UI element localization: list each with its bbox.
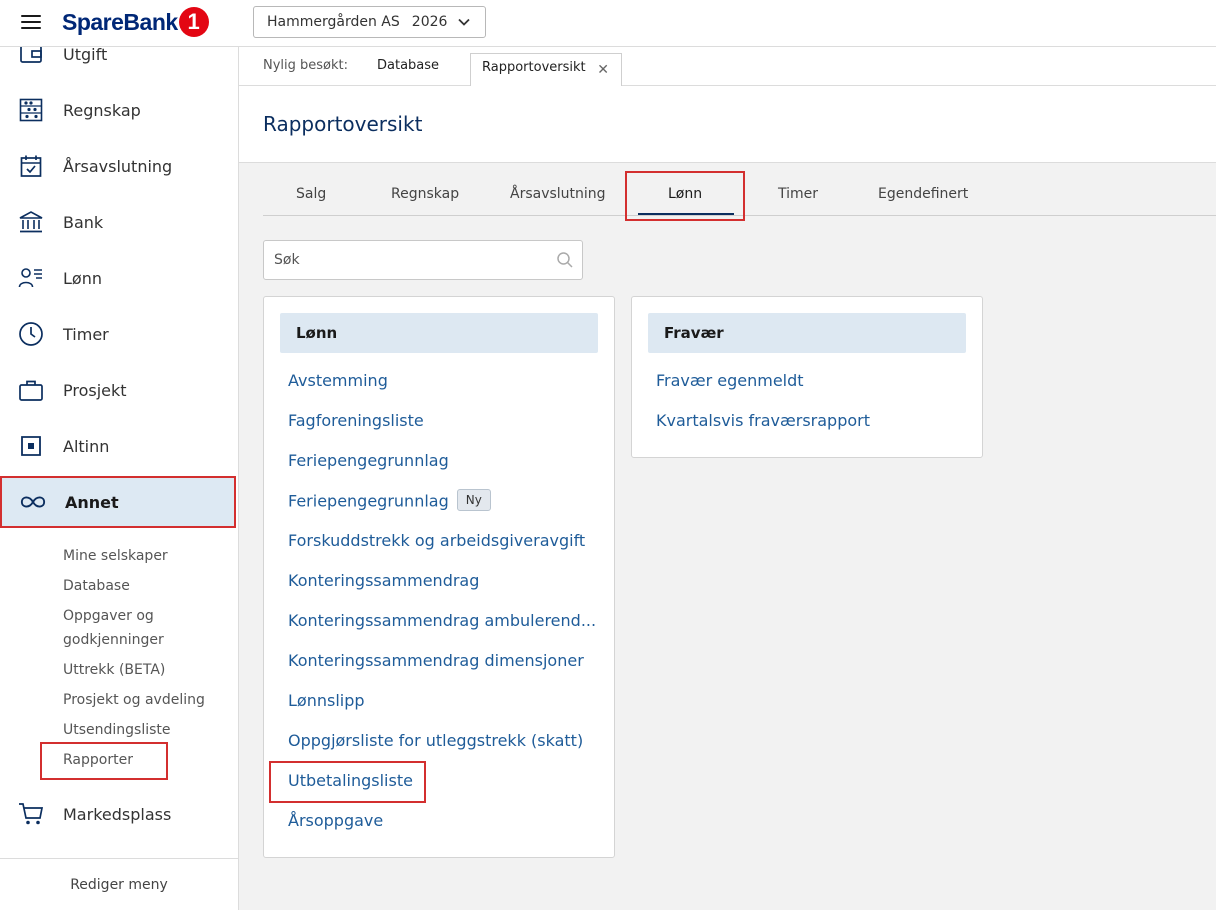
chevron-down-icon — [458, 18, 470, 26]
card-title: Fravær — [648, 313, 966, 353]
tab-salg[interactable]: Salg — [296, 186, 326, 202]
sidebar-item-regnskap[interactable]: Regnskap — [0, 84, 238, 136]
briefcase-icon — [18, 377, 44, 403]
cart-icon — [18, 801, 44, 827]
search-box — [263, 240, 583, 280]
wallet-icon — [18, 47, 44, 67]
report-link[interactable]: Årsoppgave — [288, 811, 383, 830]
subitem-rapporter[interactable]: Rapporter — [63, 748, 133, 772]
sidebar-item-utgift[interactable]: Utgift — [0, 47, 238, 80]
sidebar-item-timer[interactable]: Timer — [0, 308, 238, 360]
tab-egendefinert[interactable]: Egendefinert — [878, 186, 968, 202]
subitem-oppgaver-line1[interactable]: Oppgaver og — [63, 604, 154, 628]
subitem-mine-selskaper[interactable]: Mine selskaper — [63, 544, 168, 568]
top-bar: SpareBank 1 Hammergården AS 2026 — [0, 0, 1216, 47]
recent-bar: Nylig besøkt: Database Rapportoversikt ✕ — [239, 47, 1216, 86]
tab-timer[interactable]: Timer — [778, 186, 818, 202]
main-content: Nylig besøkt: Database Rapportoversikt ✕… — [239, 47, 1216, 910]
report-link[interactable]: Feriepengegrunnlag — [288, 451, 449, 470]
report-link-with-badge[interactable]: Feriepengegrunnlag Ny — [288, 489, 491, 513]
sidebar-item-label: Prosjekt — [63, 380, 127, 400]
clock-icon — [18, 321, 44, 347]
sidebar-item-label: Utgift — [63, 47, 108, 64]
recent-tab-label: Rapportoversikt — [482, 60, 586, 75]
report-link[interactable]: Fravær egenmeldt — [656, 371, 804, 390]
sidebar-item-label: Altinn — [63, 436, 110, 456]
company-name: Hammergården AS — [267, 14, 400, 30]
logo-badge: 1 — [178, 7, 209, 37]
report-link[interactable]: Oppgjørsliste for utleggstrekk (skatt) — [288, 731, 583, 750]
sidebar-item-label: Markedsplass — [63, 804, 172, 824]
company-year: 2026 — [411, 14, 448, 30]
sidebar: Utgift Regnskap Årsavslutning Bank Lønn … — [0, 47, 239, 910]
edit-menu-button[interactable]: Rediger meny — [0, 858, 238, 910]
page-title: Rapportoversikt — [263, 112, 423, 136]
tab-lonn[interactable]: Lønn — [668, 186, 702, 202]
sidebar-item-label: Regnskap — [63, 100, 141, 120]
search-icon[interactable] — [556, 251, 574, 269]
subitem-prosjekt-og-avdeling[interactable]: Prosjekt og avdeling — [63, 688, 205, 712]
subitem-uttrekk[interactable]: Uttrekk (BETA) — [63, 658, 165, 682]
report-link[interactable]: Avstemming — [288, 371, 388, 390]
report-card-lonn: Lønn Avstemming Fagforeningsliste Feriep… — [263, 296, 615, 858]
recent-tab-rapportoversikt[interactable]: Rapportoversikt ✕ — [470, 53, 622, 86]
report-link[interactable]: Konteringssammendrag dimensjoner — [288, 651, 584, 670]
recent-link-database[interactable]: Database — [377, 58, 439, 73]
subitem-oppgaver-line2[interactable]: godkjenninger — [63, 628, 164, 652]
card-title: Lønn — [280, 313, 598, 353]
report-link-label: Feriepengegrunnlag — [288, 491, 449, 511]
person-list-icon — [18, 265, 44, 291]
report-link[interactable]: Konteringssammendrag ambulerend... — [288, 611, 596, 630]
search-input[interactable] — [264, 241, 554, 279]
subitem-utsendingsliste[interactable]: Utsendingsliste — [63, 718, 171, 742]
company-selector[interactable]: Hammergården AS 2026 — [253, 6, 486, 38]
recent-label: Nylig besøkt: — [263, 58, 349, 73]
sidebar-item-label: Annet — [65, 492, 119, 512]
report-link-utbetalingsliste[interactable]: Utbetalingsliste — [288, 771, 413, 790]
active-tab-underline — [638, 213, 734, 215]
sidebar-item-annet[interactable]: Annet — [0, 476, 236, 528]
sidebar-item-lonn[interactable]: Lønn — [0, 252, 238, 304]
sidebar-item-label: Bank — [63, 212, 104, 232]
tab-regnskap[interactable]: Regnskap — [391, 186, 459, 202]
sidebar-item-label: Timer — [63, 324, 109, 344]
report-link[interactable]: Forskuddstrekk og arbeidsgiveravgift — [288, 531, 585, 550]
infinity-icon — [20, 489, 46, 515]
sidebar-item-markedsplass[interactable]: Markedsplass — [0, 788, 238, 840]
sidebar-item-label: Årsavslutning — [63, 156, 173, 176]
sidebar-item-arsavslutning[interactable]: Årsavslutning — [0, 140, 238, 192]
bank-icon — [18, 209, 44, 235]
calendar-check-icon — [18, 153, 44, 179]
page-header: Rapportoversikt — [239, 86, 1216, 163]
sidebar-item-bank[interactable]: Bank — [0, 196, 238, 248]
altinn-icon — [18, 433, 44, 459]
logo-text: SpareBank — [62, 8, 178, 35]
sparebank-logo[interactable]: SpareBank 1 — [62, 6, 209, 38]
sidebar-item-prosjekt[interactable]: Prosjekt — [0, 364, 238, 416]
hamburger-menu-icon[interactable] — [21, 15, 41, 31]
report-link[interactable]: Fagforeningsliste — [288, 411, 424, 430]
report-link[interactable]: Konteringssammendrag — [288, 571, 479, 590]
abacus-icon — [18, 97, 44, 123]
report-link[interactable]: Kvartalsvis fraværsrapport — [656, 411, 870, 430]
report-link[interactable]: Lønnslipp — [288, 691, 365, 710]
new-badge: Ny — [456, 489, 491, 511]
sidebar-item-label: Lønn — [63, 268, 102, 288]
report-tabs: Salg Regnskap Årsavslutning Lønn Timer E… — [263, 171, 1216, 221]
close-icon[interactable]: ✕ — [597, 62, 609, 78]
tab-arsavslutning[interactable]: Årsavslutning — [510, 186, 606, 202]
subitem-database[interactable]: Database — [63, 574, 130, 598]
sidebar-item-altinn[interactable]: Altinn — [0, 420, 238, 472]
report-card-fravaer: Fravær Fravær egenmeldt Kvartalsvis frav… — [631, 296, 983, 458]
